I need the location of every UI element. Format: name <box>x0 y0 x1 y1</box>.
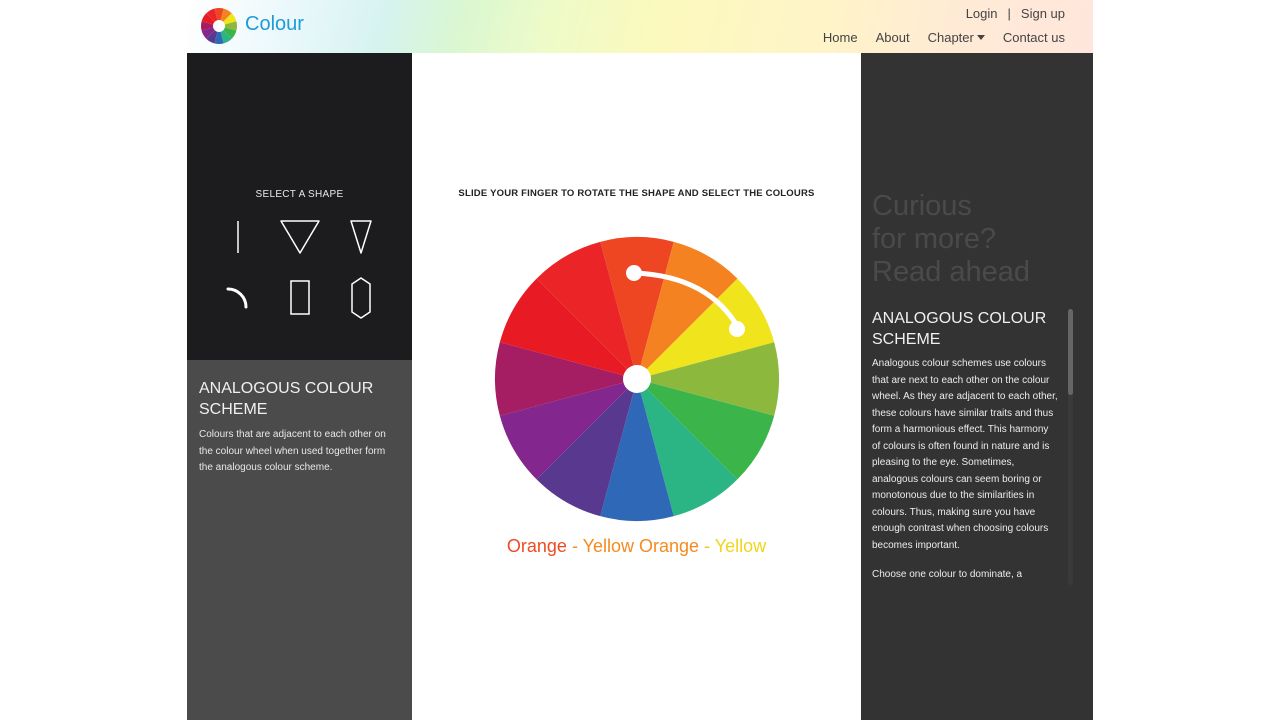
select-shape-title: SELECT A SHAPE <box>255 189 344 200</box>
chevron-down-icon <box>976 35 985 40</box>
selector-end-knob[interactable] <box>729 321 745 337</box>
main-nav: Home About Chapter Contact us <box>823 30 1065 45</box>
selected-colours: Orange - Yellow Orange - Yellow <box>412 536 861 557</box>
rectangle-shape-icon[interactable] <box>288 279 312 317</box>
login-link[interactable]: Login <box>966 6 998 21</box>
selected-colour-3: Yellow <box>714 536 767 556</box>
auth-separator: | <box>1007 6 1011 21</box>
read-more-panel: Curious for more? Read ahead ANALOGOUS C… <box>861 53 1093 720</box>
nav-about[interactable]: About <box>876 30 910 45</box>
auth-links: Login | Sign up <box>966 6 1065 21</box>
article-title: ANALOGOUS COLOUR SCHEME <box>872 310 1047 348</box>
header: Colour Login | Sign up Home About Chapte… <box>187 0 1093 53</box>
colour-wheel-area: SLIDE YOUR FINGER TO ROTATE THE SHAPE AN… <box>412 53 861 720</box>
selected-separator-1: - <box>566 536 583 556</box>
brand-name[interactable]: Colour <box>245 13 304 36</box>
scrollbar-thumb[interactable] <box>1068 309 1073 395</box>
hexagon-shape-icon[interactable] <box>349 276 373 320</box>
arc-shape-icon[interactable] <box>225 286 251 312</box>
selected-colour-1: Orange <box>506 536 567 556</box>
article-text-continued: Choose one colour to dominate, a <box>872 569 1023 580</box>
selected-colour-2: Yellow Orange <box>582 536 700 556</box>
article-scroll-area[interactable]: ANALOGOUS COLOUR SCHEME Analogous colour… <box>861 308 1093 640</box>
nav-chapter-label: Chapter <box>927 30 974 45</box>
logo-icon[interactable] <box>200 7 238 45</box>
curious-line-1: Curious <box>872 190 972 222</box>
nav-contact[interactable]: Contact us <box>1003 30 1065 45</box>
article-text: Analogous colour schemes use colours tha… <box>872 358 1058 551</box>
nav-home[interactable]: Home <box>823 30 858 45</box>
selector-start-knob[interactable] <box>626 265 642 281</box>
colour-wheel-svg[interactable] <box>494 236 780 522</box>
wide-triangle-shape-icon[interactable] <box>278 218 322 256</box>
scheme-summary-panel: ANALOGOUS COLOUR SCHEME Colours that are… <box>187 360 412 720</box>
curious-line-3: Read ahead <box>872 256 1031 288</box>
line-shape-icon[interactable] <box>231 218 245 256</box>
curious-heading: Curious for more? Read ahead <box>872 190 1082 289</box>
signup-link[interactable]: Sign up <box>1021 6 1065 21</box>
shape-selector-panel: SELECT A SHAPE <box>187 53 412 360</box>
nav-chapter[interactable]: Chapter <box>928 30 985 45</box>
selected-separator-2: - <box>699 536 715 556</box>
wheel-center-dot <box>623 365 651 393</box>
scheme-summary-text: Colours that are adjacent to each other … <box>199 429 386 473</box>
scheme-title: ANALOGOUS COLOUR SCHEME <box>199 380 374 418</box>
instruction-text: SLIDE YOUR FINGER TO ROTATE THE SHAPE AN… <box>458 188 815 199</box>
page: Colour Login | Sign up Home About Chapte… <box>187 0 1093 720</box>
colour-wheel[interactable] <box>494 236 780 522</box>
narrow-triangle-shape-icon[interactable] <box>348 218 374 256</box>
curious-line-2: for more? <box>872 223 997 255</box>
